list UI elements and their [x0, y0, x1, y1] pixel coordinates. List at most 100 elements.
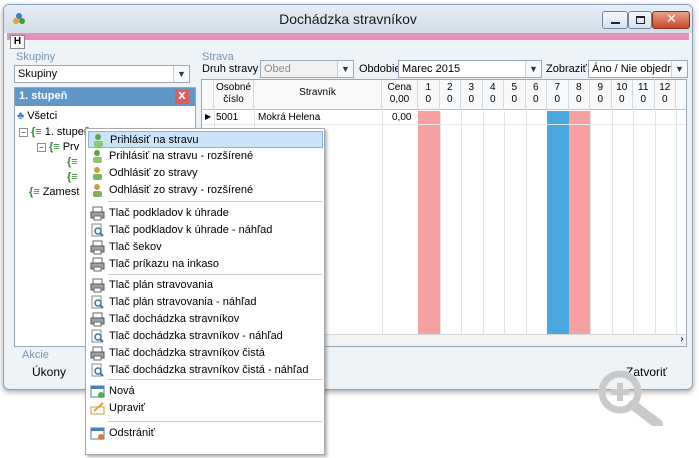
menu-item[interactable]: Tlač dochádzka stravníkov — [88, 311, 323, 328]
menu-item[interactable]: Nová — [88, 383, 323, 400]
context-menu: Prihlásiť na stravu Prihlásiť na stravu -… — [85, 128, 325, 455]
druh-combo-value: Obed — [264, 63, 291, 75]
help-button[interactable]: H — [10, 35, 25, 49]
person-remove-icon — [93, 184, 102, 197]
menu-item[interactable]: Tlač dochádzka stravníkov čistá - náhľad — [88, 362, 323, 379]
list-icon: {≡ — [31, 126, 42, 138]
preview-icon — [91, 223, 104, 237]
col-header-day[interactable]: 60 — [526, 80, 547, 110]
column-divider — [504, 111, 505, 336]
list-icon: {≡ — [49, 141, 60, 153]
chevron-right-icon[interactable]: › — [680, 334, 684, 345]
menu-item-label: Tlač plán stravovania — [109, 279, 213, 291]
groups-combo[interactable]: Skupiny ▼ — [14, 65, 190, 83]
zoom-icon[interactable] — [592, 366, 668, 426]
col-header-day[interactable]: 11 0 — [633, 80, 655, 110]
menu-item[interactable]: Odstrániť — [88, 425, 323, 442]
table-row[interactable]: ▶ 5001 Mokrá Helena 0,00 — [202, 111, 686, 125]
menu-item-label: Tlač plán stravovania - náhľad — [109, 296, 257, 308]
col-header-day[interactable]: 30 — [461, 80, 483, 110]
menu-item[interactable]: Tlač príkazu na inkaso — [88, 256, 323, 273]
menu-item-label: Tlač šekov — [109, 241, 162, 253]
column-divider — [461, 111, 462, 336]
close-button[interactable]: ✕ — [652, 11, 690, 29]
col-header-day[interactable]: 80 — [569, 80, 590, 110]
menu-item-label: Prihlásiť na stravu - rozšírené — [109, 150, 254, 162]
menu-separator — [108, 379, 322, 380]
tree-item[interactable]: − {≡ 1. stupeň — [19, 126, 90, 142]
strava-section-label: Strava — [202, 51, 234, 63]
printer-icon — [90, 206, 105, 221]
printer-icon — [90, 257, 105, 272]
ukony-button[interactable]: Úkony — [32, 365, 66, 379]
menu-separator — [108, 421, 322, 422]
menu-item-label: Tlač dochádzka stravníkov čistá - náhľad — [109, 364, 309, 376]
cell-cena: 0,00 — [392, 112, 412, 123]
new-icon — [90, 385, 105, 398]
menu-item[interactable]: Tlač podkladov k úhrade - náhľad — [88, 222, 323, 239]
menu-item-label: Nová — [109, 385, 135, 397]
col-header-day[interactable]: 40 — [483, 80, 504, 110]
list-icon: {≡ — [67, 171, 78, 183]
tree-item[interactable]: {≡ — [67, 156, 81, 172]
menu-item[interactable]: Upraviť — [88, 400, 323, 417]
col-header-day[interactable]: 12 0 — [655, 80, 676, 110]
druh-label: Druh stravy — [202, 63, 259, 75]
list-icon: {≡ — [29, 186, 40, 198]
menu-item-label: Upraviť — [109, 402, 145, 414]
col-header-day[interactable]: 70 — [547, 80, 569, 110]
druh-combo[interactable]: Obed ▼ — [260, 60, 354, 78]
column-divider — [439, 111, 441, 336]
col-header-day[interactable]: 90 — [590, 80, 612, 110]
col-header-cena[interactable]: Cena 0,00 — [382, 80, 418, 110]
clear-group-button[interactable]: X — [175, 90, 189, 104]
maximize-button[interactable] — [628, 11, 652, 29]
chevron-down-icon: ▼ — [525, 61, 541, 77]
menu-item[interactable]: Prihlásiť na stravu — [88, 131, 323, 148]
column-divider — [590, 111, 591, 336]
window-title: Dochádzka stravníkov — [279, 11, 417, 27]
col-header-day[interactable]: 10 0 — [612, 80, 633, 110]
tree-item[interactable]: − {≡ Prv — [37, 141, 79, 157]
cell-stravnik: Mokrá Helena — [258, 112, 321, 123]
weekend-column — [547, 111, 569, 336]
col-header-day[interactable]: 10 — [418, 80, 440, 110]
printer-icon — [90, 240, 105, 255]
minimize-button[interactable] — [602, 11, 628, 29]
column-divider — [611, 111, 613, 336]
tree-item[interactable]: ♣ Všetci — [17, 110, 57, 126]
row-pointer-icon: ▶ — [205, 112, 212, 121]
menu-item[interactable]: Prihlásiť na stravu - rozšírené — [88, 148, 323, 165]
list-icon: {≡ — [67, 156, 78, 168]
cell-cislo: 5001 — [216, 112, 239, 123]
tree-item[interactable]: {≡ — [67, 171, 81, 187]
menu-item-label: Tlač dochádzka stravníkov - náhľad — [109, 330, 283, 342]
zobrazit-combo[interactable]: Áno / Nie objedná ▼ — [588, 60, 688, 78]
menu-item[interactable]: Tlač dochádzka stravníkov čistá — [88, 345, 323, 362]
zobrazit-label: Zobraziť — [546, 63, 587, 75]
collapse-icon[interactable]: − — [19, 127, 28, 137]
menu-item-label: Tlač podkladov k úhrade - náhľad — [109, 224, 273, 236]
menu-item[interactable]: Tlač plán stravovania - náhľad — [88, 294, 323, 311]
menu-item[interactable]: Odhlásiť zo stravy - rozšírené — [88, 182, 323, 199]
tree-item[interactable]: {≡ Zamest — [29, 186, 79, 202]
col-header-cislo[interactable]: Osobné číslo — [214, 80, 254, 110]
col-header-day[interactable]: 50 — [504, 80, 526, 110]
col-header-day[interactable]: 20 — [440, 80, 461, 110]
toolbar-strip — [7, 33, 689, 40]
menu-item-label: Tlač podkladov k úhrade — [109, 207, 229, 219]
menu-item[interactable]: Tlač šekov — [88, 239, 323, 256]
col-header-stravnik[interactable]: Stravník — [254, 80, 382, 110]
menu-item-label: Tlač dochádzka stravníkov — [109, 313, 240, 325]
obdobie-combo[interactable]: Marec 2015 ▼ — [398, 60, 542, 78]
collapse-icon[interactable]: − — [37, 142, 46, 152]
menu-item[interactable]: Odhlásiť zo stravy — [88, 165, 323, 182]
menu-item-label: Tlač príkazu na inkaso — [109, 258, 220, 270]
holiday-column — [418, 111, 440, 336]
edit-icon — [90, 402, 105, 415]
obdobie-combo-value: Marec 2015 — [402, 63, 461, 75]
group-header: 1. stupeň — [15, 88, 195, 106]
menu-item[interactable]: Tlač plán stravovania — [88, 277, 323, 294]
menu-item[interactable]: Tlač dochádzka stravníkov - náhľad — [88, 328, 323, 345]
menu-item[interactable]: Tlač podkladov k úhrade — [88, 205, 323, 222]
